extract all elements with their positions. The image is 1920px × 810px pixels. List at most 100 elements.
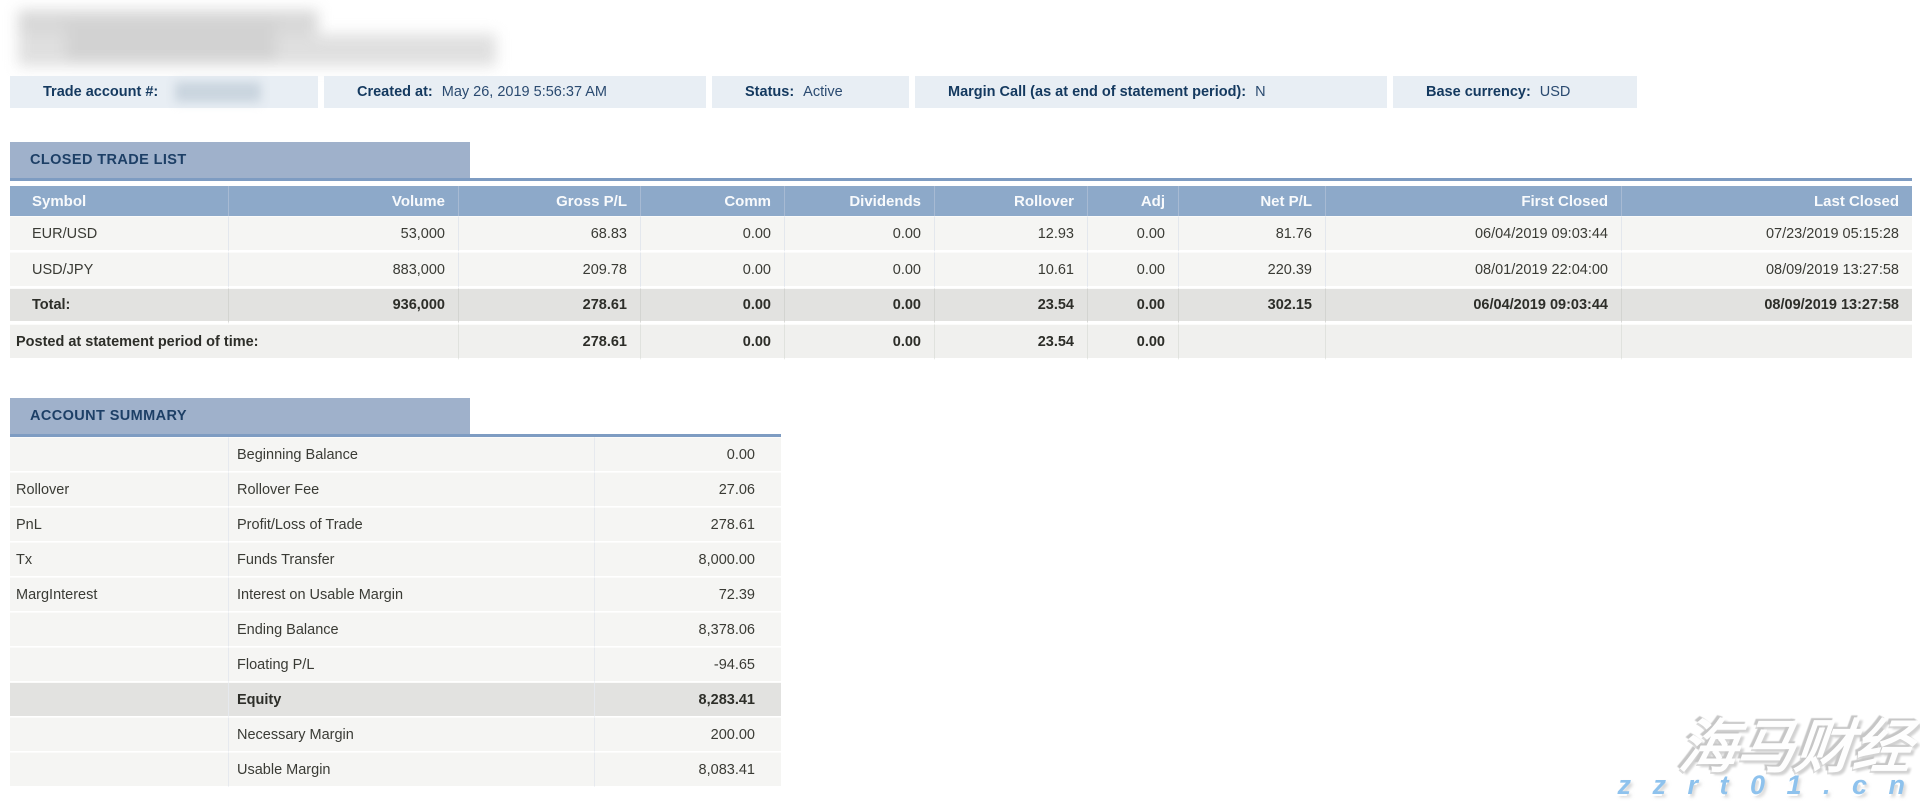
- summary-desc: Beginning Balance: [228, 437, 594, 472]
- statement-page: Trade account #: Created at: May 26, 201…: [0, 0, 1920, 810]
- summary-code: [10, 647, 228, 682]
- account-summary-table: Beginning Balance0.00RolloverRollover Fe…: [10, 437, 781, 787]
- cell-symbol: EUR/USD: [10, 216, 228, 252]
- summary-row: TxFunds Transfer8,000.00: [10, 542, 781, 577]
- section-divider: [10, 178, 1912, 181]
- total-value: 23.54: [934, 288, 1087, 324]
- summary-desc: Equity: [228, 682, 594, 717]
- column-header-first-closed: First Closed: [1325, 186, 1621, 216]
- cell-value: 0.00: [640, 252, 784, 288]
- column-header-comm: Comm: [640, 186, 784, 216]
- info-label: Trade account #:: [43, 84, 158, 100]
- summary-val: 8,083.41: [594, 752, 781, 787]
- posted-value: [1621, 324, 1912, 360]
- summary-row: Necessary Margin200.00: [10, 717, 781, 752]
- cell-value: 08/01/2019 22:04:00: [1325, 252, 1621, 288]
- summary-code: [10, 752, 228, 787]
- summary-code: [10, 682, 228, 717]
- cell-value: 209.78: [458, 252, 640, 288]
- cell-value: 12.93: [934, 216, 1087, 252]
- summary-row: Usable Margin8,083.41: [10, 752, 781, 787]
- cell-value: 0.00: [1087, 216, 1178, 252]
- summary-code: PnL: [10, 507, 228, 542]
- info-status: Status: Active: [712, 76, 909, 108]
- total-row: Total:936,000278.610.000.0023.540.00302.…: [10, 288, 1912, 324]
- redacted-account-number: [175, 82, 261, 102]
- section-title: ACCOUNT SUMMARY: [30, 408, 187, 424]
- summary-desc: Funds Transfer: [228, 542, 594, 577]
- watermark-chinese-text: 海马财经: [1676, 700, 1917, 784]
- column-header-adj: Adj: [1087, 186, 1178, 216]
- summary-row: Equity8,283.41: [10, 682, 781, 717]
- info-value: May 26, 2019 5:56:37 AM: [442, 84, 607, 100]
- posted-value: 0.00: [1087, 324, 1178, 360]
- summary-desc: Usable Margin: [228, 752, 594, 787]
- summary-desc: Necessary Margin: [228, 717, 594, 752]
- cell-value: 06/04/2019 09:03:44: [1325, 216, 1621, 252]
- info-value: USD: [1540, 84, 1571, 100]
- summary-code: Rollover: [10, 472, 228, 507]
- total-value: 08/09/2019 13:27:58: [1621, 288, 1912, 324]
- column-header-gross-p-l: Gross P/L: [458, 186, 640, 216]
- trade-row: USD/JPY883,000209.780.000.0010.610.00220…: [10, 252, 1912, 288]
- column-header-net-p-l: Net P/L: [1178, 186, 1325, 216]
- summary-val: 8,378.06: [594, 612, 781, 647]
- summary-row: RolloverRollover Fee27.06: [10, 472, 781, 507]
- info-trade-account: Trade account #:: [10, 76, 318, 108]
- total-value: 0.00: [640, 288, 784, 324]
- summary-row: MargInterestInterest on Usable Margin72.…: [10, 577, 781, 612]
- posted-value: [1178, 324, 1325, 360]
- summary-code: Tx: [10, 542, 228, 577]
- summary-val: 27.06: [594, 472, 781, 507]
- posted-value: 0.00: [640, 324, 784, 360]
- watermark-site-url: z z r t 0 1 . c n: [1617, 770, 1912, 801]
- account-info-bar: Trade account #: Created at: May 26, 201…: [10, 76, 1637, 108]
- summary-code: [10, 717, 228, 752]
- total-value: 278.61: [458, 288, 640, 324]
- total-value: 0.00: [784, 288, 934, 324]
- info-label: Created at:: [357, 84, 433, 100]
- cell-value: 0.00: [784, 216, 934, 252]
- column-header-dividends: Dividends: [784, 186, 934, 216]
- summary-desc: Rollover Fee: [228, 472, 594, 507]
- info-base-currency: Base currency: USD: [1393, 76, 1637, 108]
- total-value: 302.15: [1178, 288, 1325, 324]
- summary-code: [10, 612, 228, 647]
- column-header-rollover: Rollover: [934, 186, 1087, 216]
- cell-value: 53,000: [228, 216, 458, 252]
- total-value: 06/04/2019 09:03:44: [1325, 288, 1621, 324]
- closed-trade-list-table: SymbolVolumeGross P/LCommDividendsRollov…: [10, 186, 1912, 360]
- total-value: 0.00: [1087, 288, 1178, 324]
- info-value: N: [1255, 84, 1265, 100]
- cell-value: 08/09/2019 13:27:58: [1621, 252, 1912, 288]
- summary-code: MargInterest: [10, 577, 228, 612]
- summary-val: 0.00: [594, 437, 781, 472]
- summary-row: Ending Balance8,378.06: [10, 612, 781, 647]
- posted-row: Posted at statement period of time:278.6…: [10, 324, 1912, 360]
- cell-value: 10.61: [934, 252, 1087, 288]
- posted-value: 278.61: [458, 324, 640, 360]
- info-value: Active: [803, 84, 843, 100]
- cell-value: 07/23/2019 05:15:28: [1621, 216, 1912, 252]
- summary-row: Beginning Balance0.00: [10, 437, 781, 472]
- cell-value: 0.00: [784, 252, 934, 288]
- posted-value: 0.00: [784, 324, 934, 360]
- posted-label: Posted at statement period of time:: [10, 324, 458, 360]
- info-label: Base currency:: [1426, 84, 1531, 100]
- cell-value: 68.83: [458, 216, 640, 252]
- summary-val: -94.65: [594, 647, 781, 682]
- total-label: Total:: [10, 288, 228, 324]
- trade-row: EUR/USD53,00068.830.000.0012.930.0081.76…: [10, 216, 1912, 252]
- total-value: 936,000: [228, 288, 458, 324]
- account-summary-header: ACCOUNT SUMMARY: [10, 398, 470, 434]
- info-margin-call: Margin Call (as at end of statement peri…: [915, 76, 1387, 108]
- cell-value: 0.00: [1087, 252, 1178, 288]
- info-label: Margin Call (as at end of statement peri…: [948, 84, 1246, 100]
- cell-value: 883,000: [228, 252, 458, 288]
- summary-desc: Floating P/L: [228, 647, 594, 682]
- info-label: Status:: [745, 84, 794, 100]
- closed-trade-list-header: CLOSED TRADE LIST: [10, 142, 470, 178]
- summary-val: 72.39: [594, 577, 781, 612]
- table-header-row: SymbolVolumeGross P/LCommDividendsRollov…: [10, 186, 1912, 216]
- column-header-volume: Volume: [228, 186, 458, 216]
